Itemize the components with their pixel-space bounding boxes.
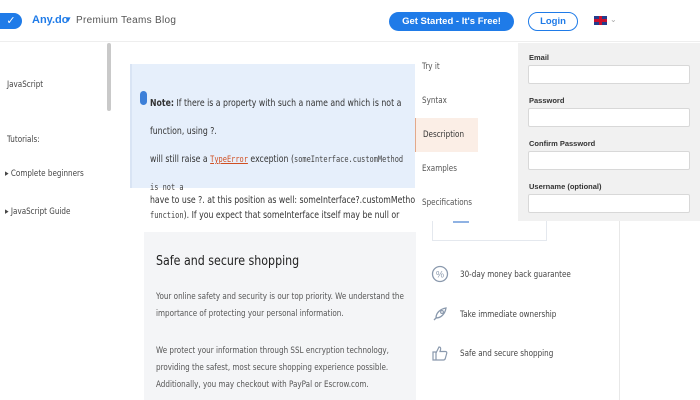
checkmark-icon[interactable]: ✓ — [0, 13, 22, 29]
note-callout: Note: If there is a property with such a… — [130, 64, 415, 249]
secure-title: Safe and secure shopping — [156, 254, 300, 269]
secure-shopping-panel: Safe and secure shopping Your online saf… — [144, 232, 416, 400]
feature-card-edge — [432, 221, 547, 241]
get-started-button[interactable]: Get Started - It's Free! — [389, 12, 514, 31]
email-field[interactable] — [528, 65, 690, 84]
feature-ownership: Take immediate ownership — [460, 310, 557, 320]
section-nav-try-it[interactable]: Try it — [415, 50, 478, 84]
sidebar-item-javascript-guide[interactable]: ▸ JavaScript Guide — [5, 207, 70, 217]
note-line-2a: will still raise a — [150, 154, 208, 165]
confirm-password-field[interactable] — [528, 151, 690, 170]
feature-safe-shopping: Safe and secure shopping — [460, 349, 554, 359]
section-nav-examples[interactable]: Examples — [415, 152, 478, 186]
secure-paragraph-1: Your online safety and security is our t… — [156, 292, 404, 319]
section-nav-description[interactable]: Description — [415, 118, 478, 152]
info-icon — [140, 91, 147, 105]
paragraph-after-note: have to use ?. at this position as well:… — [150, 195, 433, 206]
login-button[interactable]: Login — [528, 12, 578, 31]
code-function: function — [150, 211, 184, 221]
sidebar-item-complete-beginners[interactable]: ▸ Complete beginners — [5, 169, 84, 179]
chevron-down-icon[interactable]: ▾ — [66, 14, 71, 25]
feature-money-back: 30-day money back guarantee — [460, 270, 571, 280]
percent-circle-icon: % — [430, 265, 450, 285]
rocket-icon — [430, 305, 450, 325]
brand-subtitle[interactable]: Premium Teams Blog — [76, 15, 176, 26]
note-line-2b: exception ( — [250, 154, 294, 165]
section-nav-syntax[interactable]: Syntax — [415, 84, 478, 118]
sidebar-scrollbar[interactable] — [107, 43, 111, 111]
note-line-1: If there is a property with such a name … — [150, 98, 402, 137]
password-field[interactable] — [528, 108, 690, 127]
username-label: Username (optional) — [529, 182, 602, 191]
sidebar-heading-javascript[interactable]: JavaScript — [7, 80, 43, 90]
secure-paragraph-2: We protect your information through SSL … — [156, 346, 389, 390]
signup-form: Email Password Confirm Password Username… — [518, 43, 700, 221]
divider — [619, 221, 620, 400]
note-label: Note: — [150, 98, 174, 109]
email-label: Email — [529, 53, 550, 62]
section-nav-specifications[interactable]: Specifications — [415, 186, 478, 220]
typeerror-link[interactable]: TypeError — [210, 155, 248, 165]
section-nav: Try it Syntax Description Examples Speci… — [415, 43, 518, 221]
language-chevron-icon[interactable]: ⌄ — [610, 15, 617, 24]
thumbs-up-icon — [430, 344, 450, 364]
confirm-password-label: Confirm Password — [529, 139, 596, 148]
svg-text:%: % — [436, 270, 444, 280]
brand-link[interactable]: Any.do — [32, 14, 68, 26]
sidebar-heading-tutorials: Tutorials: — [7, 135, 40, 145]
top-bar: ✓ Any.do ▾ Premium Teams Blog Get Starte… — [0, 0, 700, 42]
password-label: Password — [529, 96, 565, 105]
username-field[interactable] — [528, 194, 690, 213]
uk-flag-icon[interactable] — [594, 16, 607, 25]
left-sidebar — [0, 43, 112, 400]
